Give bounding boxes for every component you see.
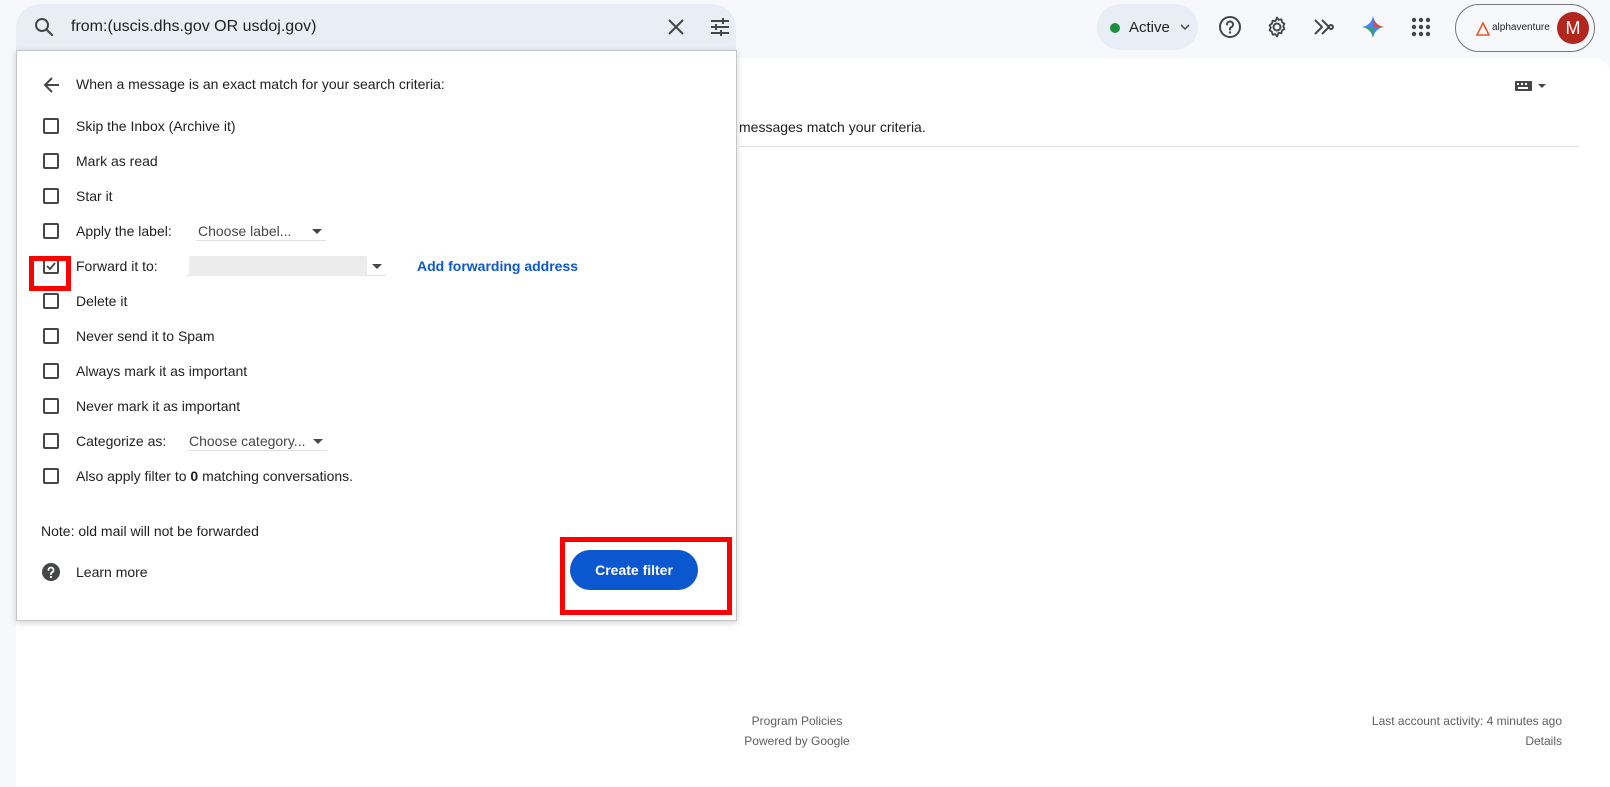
search-icon[interactable] [32, 15, 56, 39]
learn-more-link[interactable]: Learn more [76, 564, 148, 580]
checkbox[interactable] [43, 188, 59, 204]
checkbox[interactable] [43, 118, 59, 134]
caret-down-icon [313, 439, 323, 444]
option-label: Categorize as: [76, 433, 167, 449]
checkbox[interactable] [43, 398, 59, 414]
no-match-message: messages match your criteria. [739, 119, 926, 135]
option-label: Never send it to Spam [76, 328, 215, 344]
option-label: Also apply filter to 0 matching conversa… [76, 468, 354, 484]
status-dot [1110, 23, 1120, 33]
checkbox[interactable] [43, 293, 59, 309]
add-forwarding-address-link[interactable]: Add forwarding address [417, 258, 578, 274]
option-delete-it[interactable]: Delete it [41, 289, 721, 313]
checkbox[interactable] [43, 363, 59, 379]
option-skip-inbox[interactable]: Skip the Inbox (Archive it) [41, 114, 721, 138]
option-label: Forward it to: [76, 258, 158, 274]
last-activity-text: Last account activity: 4 minutes ago [1371, 714, 1562, 728]
help-circle-icon[interactable] [41, 562, 61, 582]
option-apply-label[interactable]: Apply the label: Choose label... [41, 219, 721, 243]
highlight-box-forward-checkbox [29, 256, 71, 291]
search-query[interactable]: from:(uscis.dhs.gov OR usdoj.gov) [71, 18, 316, 36]
option-always-important[interactable]: Always mark it as important [41, 359, 721, 383]
account-activity: Last account activity: 4 minutes ago Det… [1300, 711, 1562, 751]
back-arrow-icon[interactable] [43, 76, 61, 94]
forward-note: Note: old mail will not be forwarded [41, 523, 259, 539]
option-mark-read[interactable]: Mark as read [41, 149, 721, 173]
option-never-spam[interactable]: Never send it to Spam [41, 324, 721, 348]
option-forward-to[interactable]: Forward it to: Add forwarding address [41, 254, 721, 278]
tune-icon[interactable] [710, 17, 730, 37]
label-select-value: Choose label... [198, 223, 292, 239]
gemini-icon[interactable] [1361, 15, 1385, 39]
workspace-apps-icon[interactable] [1312, 15, 1336, 39]
powered-by-text: Powered by Google [744, 734, 850, 748]
category-select[interactable]: Choose category... [187, 431, 327, 451]
option-label: Mark as read [76, 153, 158, 169]
status-label: Active [1129, 19, 1170, 36]
org-name: alphaventure [1492, 22, 1550, 33]
help-icon[interactable] [1218, 15, 1242, 39]
chevron-down-icon [1180, 24, 1190, 31]
option-label: Always mark it as important [76, 363, 248, 379]
forward-address-select[interactable] [187, 256, 386, 276]
option-categorize[interactable]: Categorize as: Choose category... [41, 429, 721, 453]
option-label: Apply the label: [76, 223, 172, 239]
checkbox[interactable] [43, 433, 59, 449]
program-policies-link[interactable]: Program Policies [730, 711, 864, 731]
checkbox[interactable] [43, 153, 59, 169]
checkbox[interactable] [43, 223, 59, 239]
option-star-it[interactable]: Star it [41, 184, 721, 208]
search-bar[interactable]: from:(uscis.dhs.gov OR usdoj.gov) [16, 4, 736, 50]
option-label: Delete it [76, 293, 128, 309]
checkbox[interactable] [43, 468, 59, 484]
option-apply-existing[interactable]: Also apply filter to 0 matching conversa… [41, 464, 721, 488]
gear-icon[interactable] [1265, 15, 1289, 39]
checkbox[interactable] [43, 328, 59, 344]
avatar[interactable]: M [1557, 12, 1589, 44]
caret-down-icon [372, 264, 382, 269]
caret-down-icon [312, 229, 322, 234]
keyboard-icon[interactable] [1511, 77, 1559, 95]
redacted-address [189, 256, 367, 276]
highlight-box-create-filter [560, 537, 732, 615]
panel-heading: When a message is an exact match for you… [76, 76, 445, 92]
filter-panel: When a message is an exact match for you… [16, 50, 737, 621]
label-select[interactable]: Choose label... [196, 221, 326, 241]
option-label: Never mark it as important [76, 398, 241, 414]
footer-links: Program Policies Powered by Google [730, 711, 864, 751]
status-dropdown[interactable]: Active [1097, 4, 1198, 50]
apps-grid-icon[interactable] [1409, 15, 1433, 39]
option-never-important[interactable]: Never mark it as important [41, 394, 721, 418]
details-link[interactable]: Details [1300, 731, 1562, 751]
divider [739, 146, 1579, 147]
category-select-value: Choose category... [189, 433, 306, 449]
option-label: Star it [76, 188, 113, 204]
close-icon[interactable] [667, 18, 685, 36]
account-switcher[interactable]: alphaventure M [1455, 4, 1595, 52]
alphaventure-logo-icon [1476, 22, 1490, 36]
option-label: Skip the Inbox (Archive it) [76, 118, 236, 134]
